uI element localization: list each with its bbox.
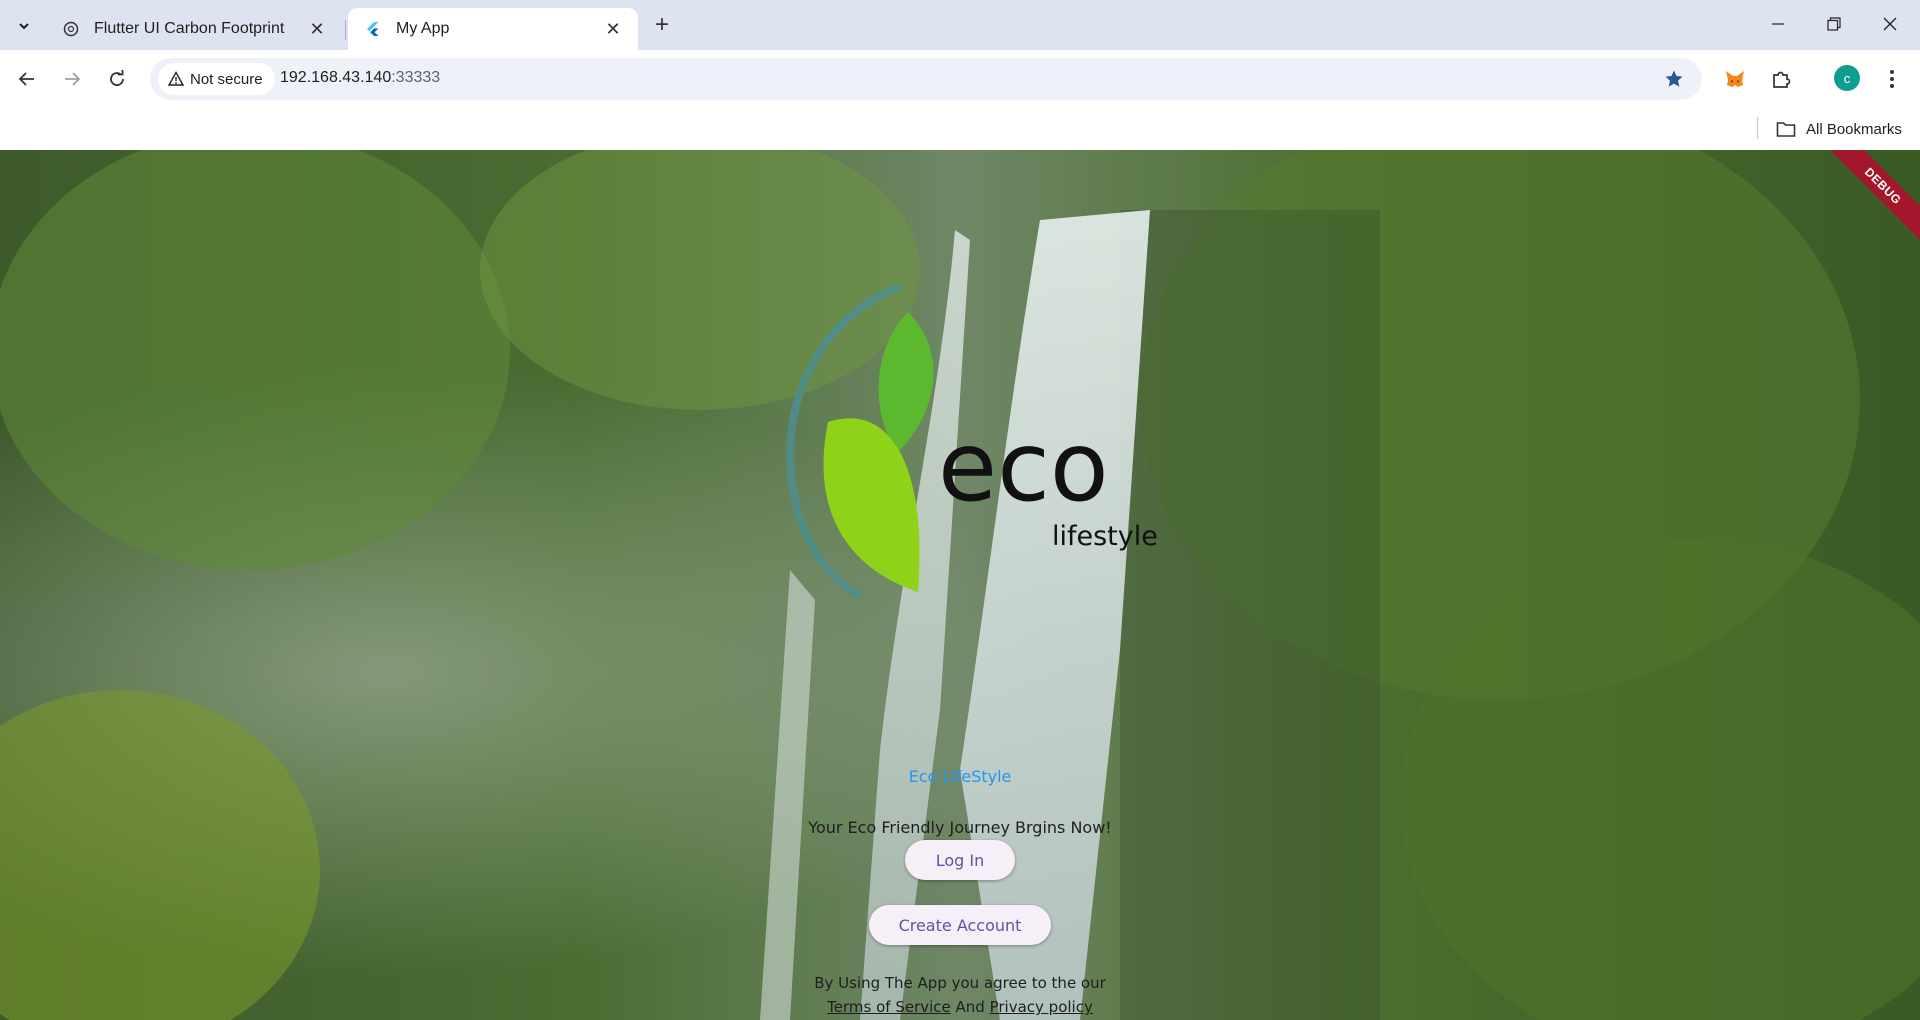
star-icon [1665,70,1683,87]
privacy-policy-link[interactable]: Privacy policy [990,998,1093,1016]
tab-search-button[interactable] [8,10,40,42]
chevron-down-icon [19,23,29,30]
address-bar[interactable]: Not secure 192.168.43.140:33333 [150,58,1702,100]
back-button[interactable] [10,62,44,96]
tab-my-app[interactable]: My App ✕ [348,8,638,50]
browser-toolbar: Not secure 192.168.43.140:33333 c [0,50,1920,108]
warning-icon [168,71,184,86]
arrow-left-icon [18,72,34,86]
all-bookmarks-button[interactable]: All Bookmarks [1776,116,1902,142]
logo-subword: lifestyle [1052,521,1158,552]
forward-button[interactable] [55,62,89,96]
all-bookmarks-label: All Bookmarks [1806,120,1902,138]
folder-icon [1776,122,1796,137]
openai-icon [62,20,80,38]
restore-icon [1827,17,1841,31]
fox-icon [1726,71,1744,87]
terms-and-text: And [950,998,990,1016]
extensions-button[interactable] [1766,64,1796,94]
url-host: 192.168.43.140 [280,69,392,86]
create-account-button[interactable]: Create Account [869,905,1051,945]
url-text[interactable]: 192.168.43.140:33333 [280,69,440,87]
tab-flutter-ui-carbon-footprint[interactable]: Flutter UI Carbon Footprint ✕ [46,8,342,50]
terms-of-service-link[interactable]: Terms of Service [827,998,951,1016]
reload-icon [110,70,124,86]
flutter-icon [364,20,382,38]
bookmarks-separator [1757,117,1758,139]
minimize-icon [1772,23,1784,25]
close-tab-icon[interactable]: ✕ [306,18,328,40]
tab-separator [345,20,346,40]
tab-title: My App [396,20,450,37]
more-vertical-icon [1890,70,1894,88]
restore-button[interactable] [1806,0,1862,48]
login-button[interactable]: Log In [905,840,1015,880]
security-label: Not secure [190,70,263,88]
url-port: :33333 [391,69,441,86]
app-viewport: DEBUG eco lifestyle Eco LifeStyle Your E… [0,150,1920,1020]
logo-word: eco [938,411,1109,523]
profile-avatar[interactable]: c [1834,65,1860,91]
site-security-chip[interactable]: Not secure [158,63,275,95]
app-title: Eco LifeStyle [908,767,1012,786]
browser-menu-button[interactable] [1877,64,1907,94]
arrow-right-icon [65,72,81,86]
bookmarks-bar: All Bookmarks [0,108,1920,150]
eco-lifestyle-logo: eco lifestyle [786,284,1158,598]
tab-strip: Flutter UI Carbon Footprint ✕ My App ✕ + [0,0,1920,50]
tagline: Your Eco Friendly Journey Brgins Now! [808,818,1112,837]
close-window-button[interactable] [1862,0,1918,48]
minimize-button[interactable] [1750,0,1806,48]
reload-button[interactable] [100,62,134,96]
metamask-extension-button[interactable] [1720,64,1750,94]
terms-text: By Using The App you agree to the our [814,974,1106,992]
tab-title: Flutter UI Carbon Footprint [94,20,285,37]
close-icon [1883,17,1897,31]
puzzle-icon [1773,71,1791,88]
terms-links: Terms of Service And Privacy policy [0,998,1920,1016]
bookmark-star-button[interactable] [1662,67,1686,91]
close-tab-icon[interactable]: ✕ [602,18,624,40]
new-tab-button[interactable]: + [647,10,677,40]
